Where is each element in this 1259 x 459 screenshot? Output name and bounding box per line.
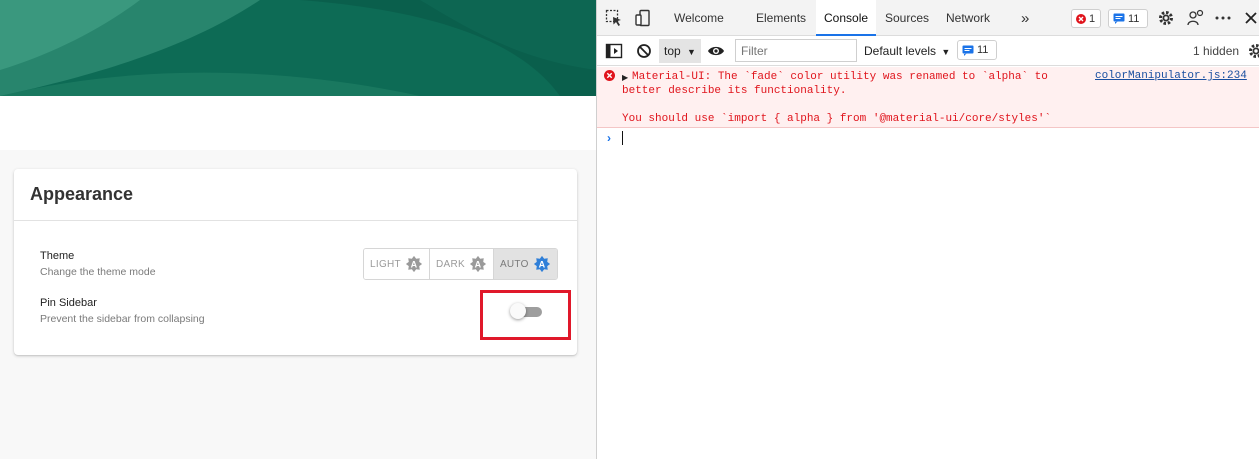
theme-auto-button[interactable]: AUTO A — [493, 249, 557, 279]
console-prompt-icon: › — [607, 131, 611, 145]
console-toolbar: top ▼ Default levels ▼ 11 1 hidden — [597, 36, 1259, 66]
theme-toggle-group: LIGHT A DARK A AUTO A — [363, 248, 558, 280]
clear-console-icon[interactable] — [635, 42, 653, 60]
error-source-link[interactable]: colorManipulator.js:234 — [1095, 70, 1247, 82]
theme-light-label: LIGHT — [370, 258, 401, 270]
theme-auto-label: AUTO — [499, 258, 529, 270]
tab-sources[interactable]: Sources — [885, 0, 929, 36]
more-options-icon[interactable] — [1214, 9, 1232, 27]
theme-dark-button[interactable]: DARK A — [429, 249, 494, 279]
svg-text:A: A — [475, 260, 482, 270]
theme-light-button[interactable]: LIGHT A — [364, 249, 430, 279]
highlight-box — [480, 290, 571, 340]
theme-dark-label: DARK — [435, 258, 465, 270]
tab-console[interactable]: Console — [816, 0, 877, 36]
error-icon — [604, 70, 615, 81]
console-settings-gear-icon[interactable] — [1247, 42, 1259, 60]
console-error-message: ▶ Material-UI: The `fade` color utility … — [597, 67, 1259, 128]
error-line-2: better describe its functionality. — [622, 85, 847, 97]
header-banner — [0, 0, 597, 96]
message-count: 11 — [1128, 12, 1140, 25]
live-expression-eye-icon[interactable] — [707, 42, 725, 60]
theme-auto-icon: A — [405, 255, 423, 273]
error-count: 1 — [1089, 12, 1096, 25]
theme-auto-icon: A — [469, 255, 487, 273]
theme-auto-icon: A — [533, 255, 550, 273]
log-levels-label: Default levels — [864, 44, 937, 58]
error-count-badge[interactable]: 1 — [1071, 9, 1101, 28]
error-line-3: You should use `import { alpha } from '@… — [622, 113, 1052, 125]
filter-input[interactable] — [735, 39, 857, 62]
settings-gear-icon[interactable] — [1157, 9, 1175, 27]
devtools-tabbar: Welcome Elements Console Sources Network… — [597, 0, 1259, 36]
inspect-element-icon[interactable] — [605, 9, 623, 27]
message-icon — [962, 45, 974, 56]
message-icon — [1113, 13, 1125, 24]
error-line-1: Material-UI: The `fade` color utility wa… — [632, 71, 1048, 83]
pin-sidebar-description: Prevent the sidebar from collapsing — [40, 313, 205, 325]
console-input-caret[interactable] — [622, 131, 623, 145]
context-selector[interactable]: top ▼ — [659, 39, 701, 63]
screen: Appearance Theme Change the theme mode L… — [0, 0, 1259, 459]
chevron-down-icon: ▼ — [687, 47, 696, 57]
theme-label: Theme — [40, 250, 75, 262]
expand-triangle-icon[interactable]: ▶ — [622, 73, 628, 82]
devtools-panel: Welcome Elements Console Sources Network… — [596, 0, 1259, 459]
feedback-icon[interactable] — [1186, 9, 1204, 27]
close-icon[interactable] — [1242, 9, 1259, 27]
app-toolbar — [0, 96, 597, 150]
hidden-messages-count: 1 hidden — [1193, 44, 1240, 58]
device-toolbar-icon[interactable] — [634, 9, 652, 27]
error-icon — [1076, 13, 1086, 24]
context-value: top — [664, 44, 681, 58]
svg-text:A: A — [411, 260, 418, 270]
theme-description: Change the theme mode — [40, 266, 156, 278]
chevron-down-icon: ▼ — [941, 47, 951, 57]
issues-count: 11 — [977, 44, 989, 56]
sidebar-toggle-icon[interactable] — [605, 42, 623, 60]
svg-text:A: A — [538, 260, 545, 270]
more-tabs-button[interactable]: » — [1021, 0, 1029, 36]
issues-badge[interactable]: 11 — [957, 40, 997, 60]
divider — [14, 220, 577, 221]
app-viewport: Appearance Theme Change the theme mode L… — [0, 0, 597, 459]
tab-welcome[interactable]: Welcome — [674, 0, 724, 36]
tab-network[interactable]: Network — [946, 0, 990, 36]
pin-sidebar-label: Pin Sidebar — [40, 297, 97, 309]
log-levels-dropdown[interactable]: Default levels ▼ — [864, 36, 950, 66]
card-title: Appearance — [30, 184, 134, 204]
message-count-badge[interactable]: 11 — [1108, 9, 1148, 28]
tab-elements[interactable]: Elements — [756, 0, 806, 36]
